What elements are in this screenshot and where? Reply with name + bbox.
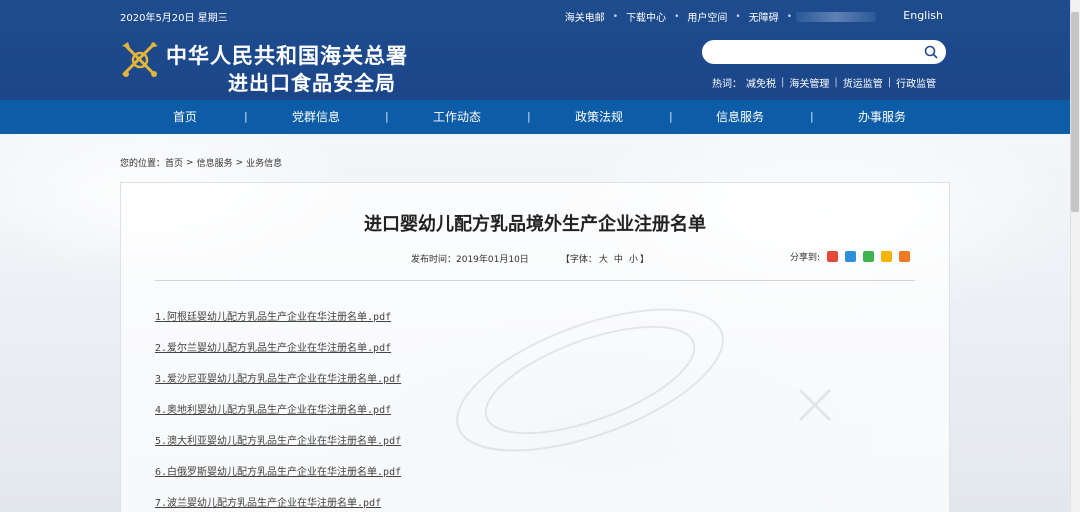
hot-words-label: 热词： [712,79,742,90]
nav-policy[interactable]: 政策法规 [575,100,623,134]
more-share-icon[interactable] [899,251,911,262]
search-icon[interactable] [924,45,938,59]
nav-separator: | [244,110,248,123]
current-date: 2020年5月20日 星期三 [120,13,228,24]
nav-party-info[interactable]: 党群信息 [292,100,340,134]
nav-separator: | [810,110,814,123]
share-label: 分享到: [790,253,821,263]
site-title-main: 中华人民共和国海关总署 [166,43,408,68]
nav-home[interactable]: 首页 [173,100,197,134]
hot-word-separator: | [781,77,785,88]
site-title-sub: 进出口食品安全局 [228,71,396,95]
nav-separator: | [527,110,531,123]
hot-word-customs-management[interactable]: 海关管理 [789,75,829,90]
document-link-austria[interactable]: 4.奥地利婴幼儿配方乳品生产企业在华注册名单.pdf [155,401,391,416]
hot-word-tax-relief[interactable]: 减免税 [746,75,776,90]
nav-info-service[interactable]: 信息服务 [716,100,764,134]
font-size-close: 】 [639,255,649,265]
nav-work-news[interactable]: 工作动态 [433,100,481,134]
breadcrumb-arrow: > [235,157,244,168]
hot-word-separator: | [887,77,892,88]
hot-word-freight-supervision[interactable]: 货运监管 [843,75,883,90]
nav-separator: | [669,110,673,123]
font-size-small[interactable]: 小 [629,252,638,265]
hot-word-separator: | [834,77,838,88]
site-header: 2020年5月20日 星期三 海关电邮 • 下载中心 • 用户空间 • 无障碍 … [0,0,1080,100]
top-link-download[interactable]: 下载中心 [618,9,674,24]
hot-words: 热词： 减免税 | 海关管理 | 货运监管 | 行政监管 [712,75,936,90]
breadcrumb-business-info[interactable]: 业务信息 [246,156,282,169]
search-input[interactable] [714,40,914,64]
document-link-poland[interactable]: 7.波兰婴幼儿配方乳品生产企业在华注册名单.pdf [155,494,381,509]
nav-separator: | [385,110,389,123]
top-links: 海关电邮 • 下载中心 • 用户空间 • 无障碍 • [557,9,880,24]
scrollbar-thumb[interactable] [1071,12,1079,212]
customs-emblem-icon[interactable] [118,38,162,82]
weibo-icon[interactable] [827,251,839,262]
top-link-accessibility[interactable]: 无障碍 [741,9,787,24]
english-link[interactable]: English [903,9,943,22]
redacted-link [796,11,876,22]
page-scrollbar[interactable] [1070,0,1080,512]
breadcrumb-arrow: > [186,157,194,168]
top-link-email[interactable]: 海关电邮 [557,9,613,24]
wechat-icon[interactable] [863,251,875,262]
nav-online-service[interactable]: 办事服务 [858,100,906,134]
share-bar: 分享到: [790,250,911,263]
qq-icon[interactable] [845,251,857,262]
search-box [702,40,946,64]
hot-word-admin-supervision[interactable]: 行政监管 [896,75,936,90]
article-meta: 发布时间：2019年01月10日 【字体： 大 中 小 】 [411,252,649,265]
document-link-ireland[interactable]: 2.爱尔兰婴幼儿配方乳品生产企业在华注册名单.pdf [155,339,391,354]
breadcrumb-prefix: 您的位置： [120,159,166,169]
top-link-separator: • [786,11,792,22]
breadcrumb-home[interactable]: 首页 [165,156,183,169]
document-link-australia[interactable]: 5.澳大利亚婴幼儿配方乳品生产企业在华注册名单.pdf [155,432,401,447]
font-size-medium[interactable]: 中 [614,252,623,265]
document-link-estonia[interactable]: 3.爱沙尼亚婴幼儿配方乳品生产企业在华注册名单.pdf [155,370,401,385]
publish-date: 发布时间：2019年01月10日 [411,255,529,265]
content-divider [155,280,915,281]
top-link-user-space[interactable]: 用户空间 [679,9,735,24]
font-size-label: 【字体： [560,255,597,265]
breadcrumb: 您的位置： 首页 > 信息服务 > 业务信息 [120,156,282,170]
breadcrumb-info-service[interactable]: 信息服务 [197,156,233,169]
main-nav: 首页 | 党群信息 | 工作动态 | 政策法规 | 信息服务 | 办事服务 [0,100,1080,134]
article-title: 进口婴幼儿配方乳品境外生产企业注册名单 [364,214,706,235]
qzone-icon[interactable] [881,251,893,262]
document-link-belarus[interactable]: 6.白俄罗斯婴幼儿配方乳品生产企业在华注册名单.pdf [155,463,401,478]
document-link-argentina[interactable]: 1.阿根廷婴幼儿配方乳品生产企业在华注册名单.pdf [155,308,391,323]
font-size-large[interactable]: 大 [599,252,608,265]
